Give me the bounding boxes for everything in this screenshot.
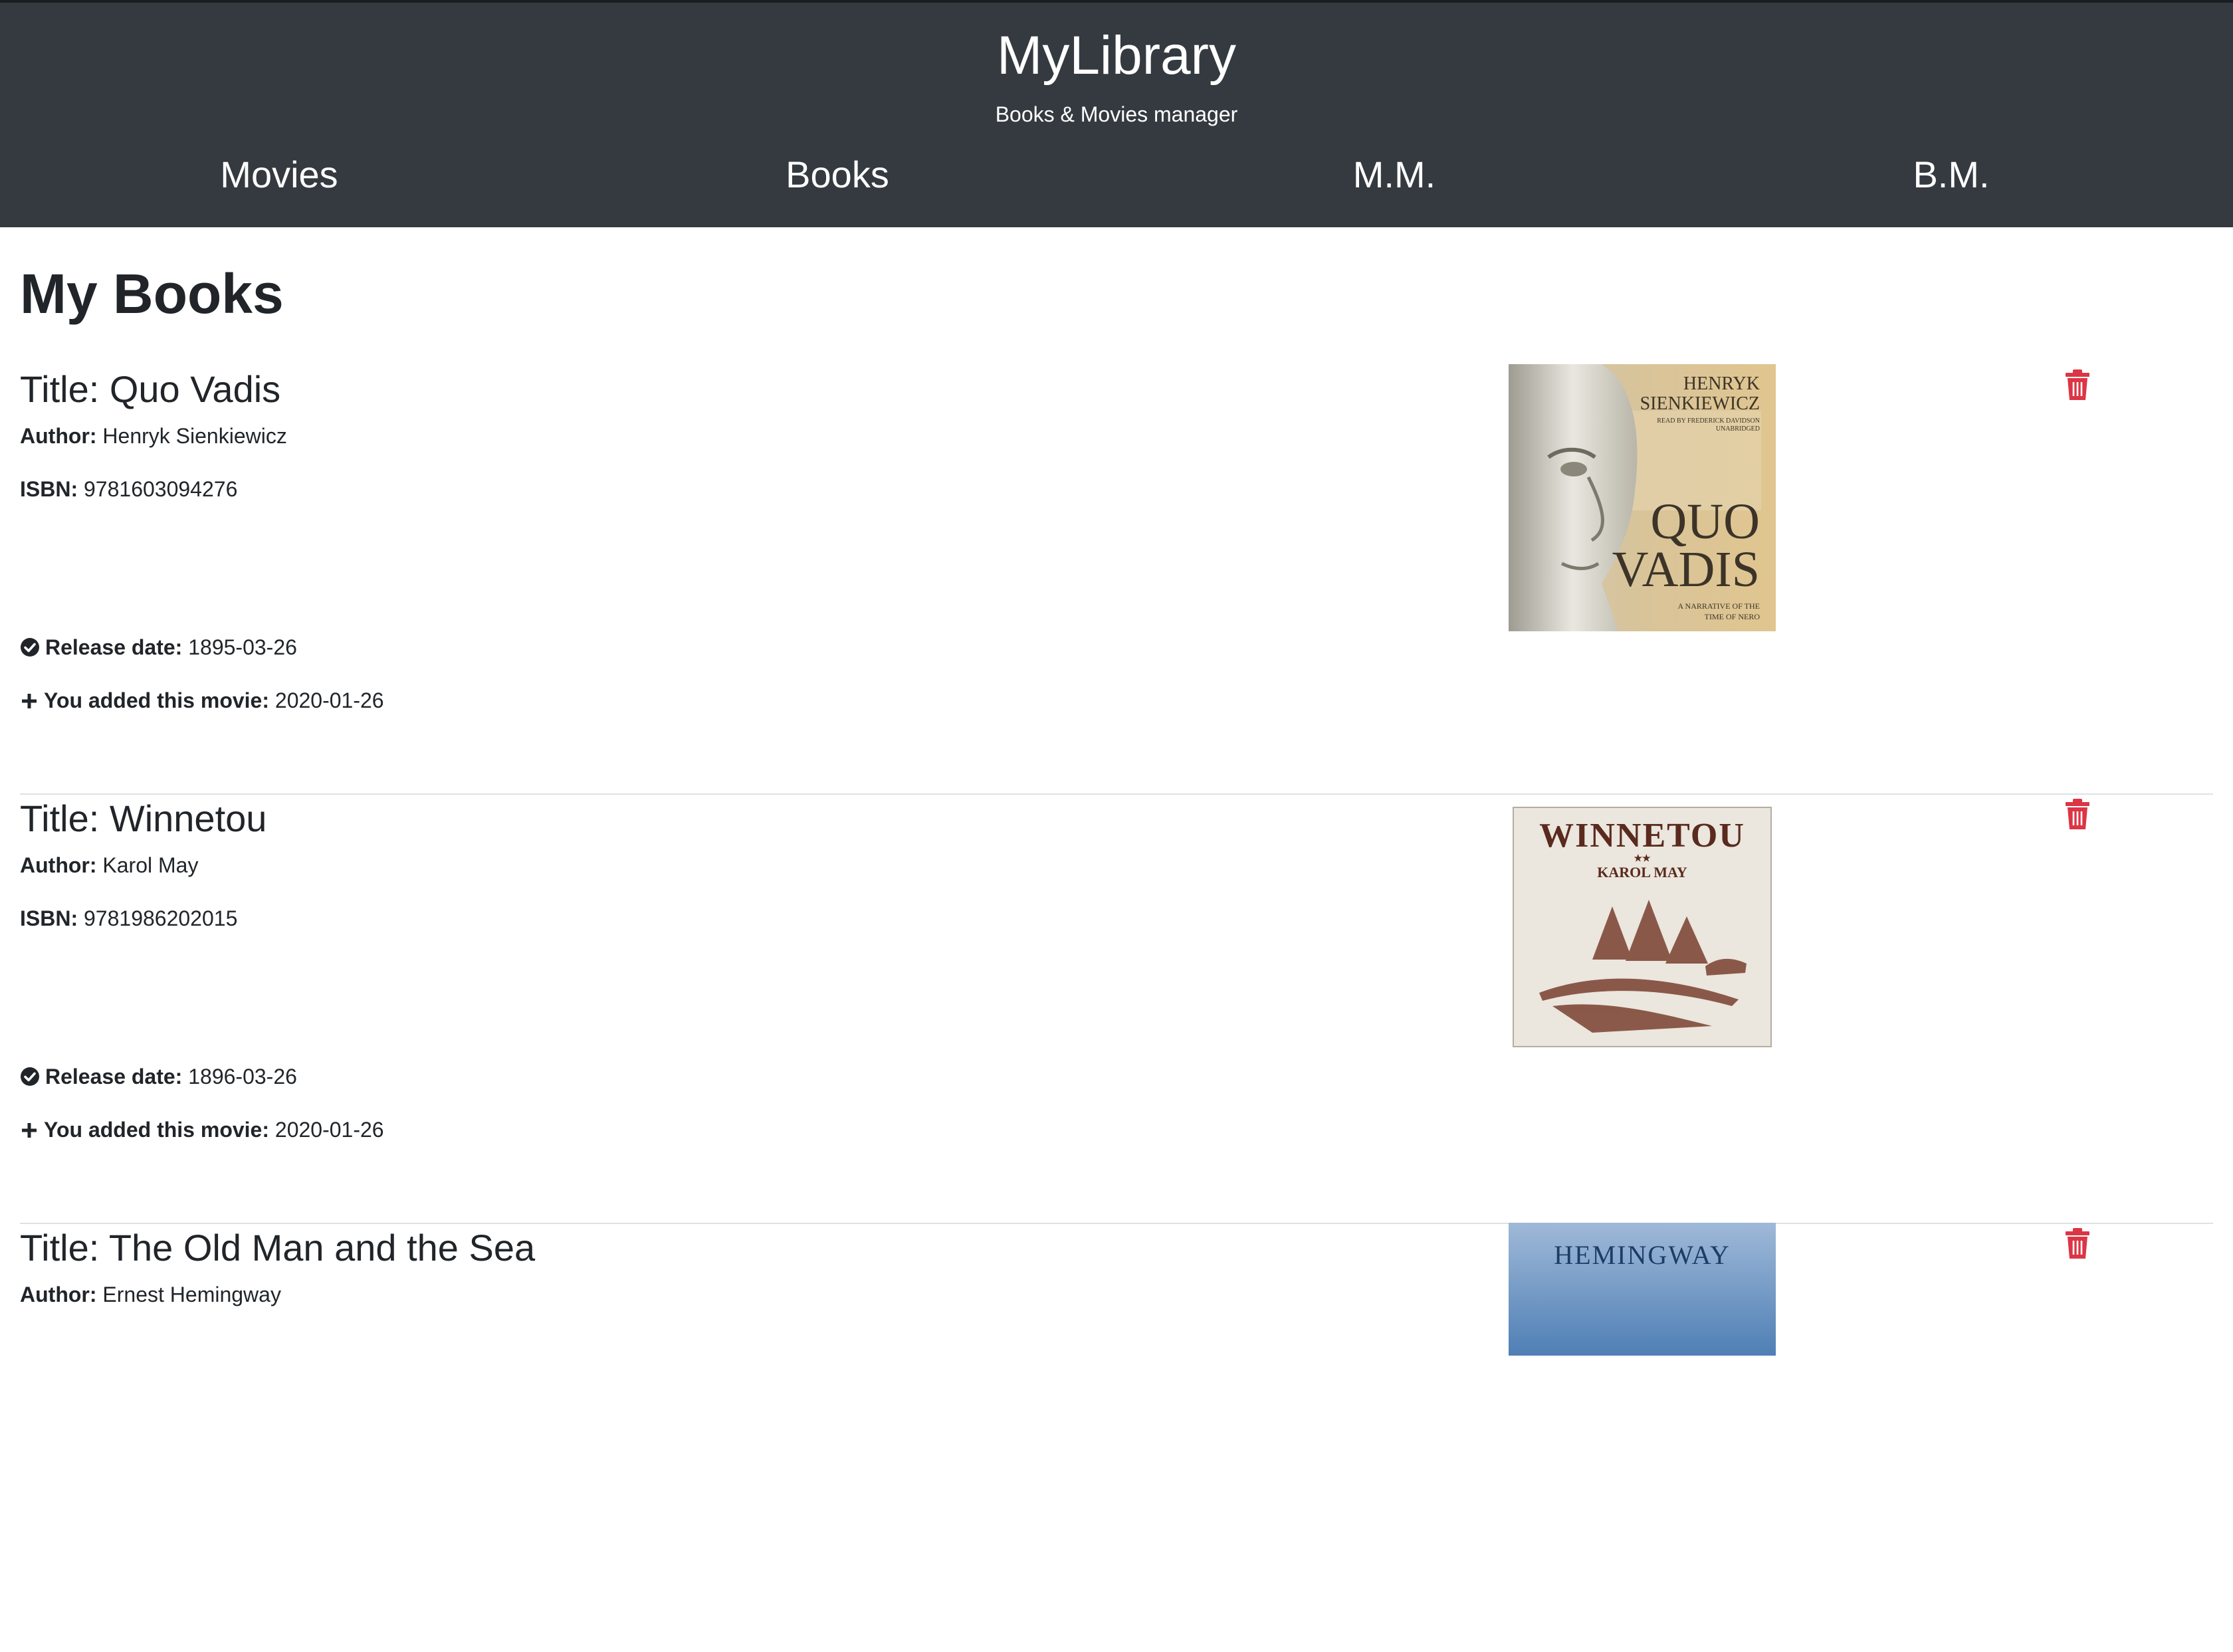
isbn-label: ISBN:: [20, 906, 78, 930]
check-circle-icon: [21, 638, 39, 657]
added-value: 2020-01-26: [274, 688, 384, 712]
author-value: Henryk Sienkiewicz: [102, 424, 287, 448]
nav-books-manager[interactable]: B.M.: [1818, 146, 2084, 203]
delete-book-button[interactable]: [2064, 369, 2091, 400]
book-item: Title: Winnetou Author: Karol May ISBN: …: [20, 793, 2213, 1224]
release-value: 1895-03-26: [188, 635, 297, 659]
book-title: Title: Quo Vadis: [20, 368, 281, 410]
added-value: 2020-01-26: [274, 1118, 384, 1142]
delete-book-button[interactable]: [2064, 1228, 2091, 1259]
release-label: Release date:: [45, 635, 183, 659]
book-author: Author: Karol May: [20, 851, 198, 880]
book-title: Title: The Old Man and the Sea: [20, 1227, 536, 1269]
cover-author: HEMINGWAY: [1554, 1240, 1730, 1270]
book-item: Title: The Old Man and the Sea Author: E…: [20, 1223, 2213, 1652]
book-title: Title: Winnetou: [20, 797, 267, 839]
book-release-date: Release date: 1896-03-26: [20, 1062, 297, 1091]
plus-icon: [22, 1123, 37, 1138]
isbn-label: ISBN:: [20, 477, 78, 501]
site-header: MyLibrary Books & Movies manager Movies …: [0, 0, 2233, 227]
book-added-date: You added this movie: 2020-01-26: [20, 1115, 384, 1144]
site-subtitle: Books & Movies manager: [995, 102, 1238, 126]
plus-icon: [22, 694, 37, 708]
added-label: You added this movie:: [44, 1118, 269, 1142]
nav-movies[interactable]: Movies: [146, 146, 412, 203]
site-title[interactable]: MyLibrary: [0, 23, 2233, 89]
cover-subtitle-line2: TIME OF NERO: [1705, 612, 1760, 621]
isbn-value: 9781603094276: [84, 477, 238, 501]
book-cover-image: HENRYK SIENKIEWICZ READ BY FREDERICK DAV…: [1509, 364, 1776, 631]
top-border: [0, 0, 2233, 3]
check-circle-icon: [21, 1067, 39, 1086]
cover-author-line1: HENRYK: [1683, 373, 1760, 394]
cover-author: KAROL MAY: [1597, 864, 1687, 880]
book-isbn: ISBN: 9781986202015: [20, 904, 237, 933]
author-label: Author:: [20, 1283, 97, 1306]
book-release-date: Release date: 1895-03-26: [20, 633, 297, 662]
cover-title-line2: VADIS: [1612, 542, 1760, 597]
book-item: Title: Quo Vadis Author: Henryk Sienkiew…: [20, 364, 2213, 795]
delete-book-button[interactable]: [2064, 799, 2091, 829]
cover-stars: ★★: [1634, 853, 1651, 864]
added-label: You added this movie:: [44, 688, 269, 712]
cover-reader: READ BY FREDERICK DAVIDSON: [1657, 417, 1760, 425]
cover-edition: UNABRIDGED: [1716, 425, 1760, 433]
book-added-date: You added this movie: 2020-01-26: [20, 686, 384, 715]
book-cover-image: WINNETOU ★★ KAROL MAY: [1513, 807, 1772, 1047]
isbn-value: 9781986202015: [84, 906, 238, 930]
book-author: Author: Henryk Sienkiewicz: [20, 421, 287, 451]
book-cover-image: HEMINGWAY: [1509, 1223, 1776, 1356]
nav-movies-manager[interactable]: M.M.: [1261, 146, 1527, 203]
author-label: Author:: [20, 424, 97, 448]
author-value: Karol May: [102, 853, 199, 877]
nav-books[interactable]: Books: [704, 146, 970, 203]
release-value: 1896-03-26: [188, 1065, 297, 1088]
book-isbn: ISBN: 9781603094276: [20, 474, 237, 504]
cover-subtitle-line1: A NARRATIVE OF THE: [1678, 601, 1760, 611]
book-author: Author: Ernest Hemingway: [20, 1280, 281, 1309]
author-value: Ernest Hemingway: [102, 1283, 281, 1306]
release-label: Release date:: [45, 1065, 183, 1088]
author-label: Author:: [20, 853, 97, 877]
cover-author-line2: SIENKIEWICZ: [1640, 393, 1760, 414]
cover-title: WINNETOU: [1539, 817, 1745, 855]
page-title: My Books: [20, 262, 284, 325]
